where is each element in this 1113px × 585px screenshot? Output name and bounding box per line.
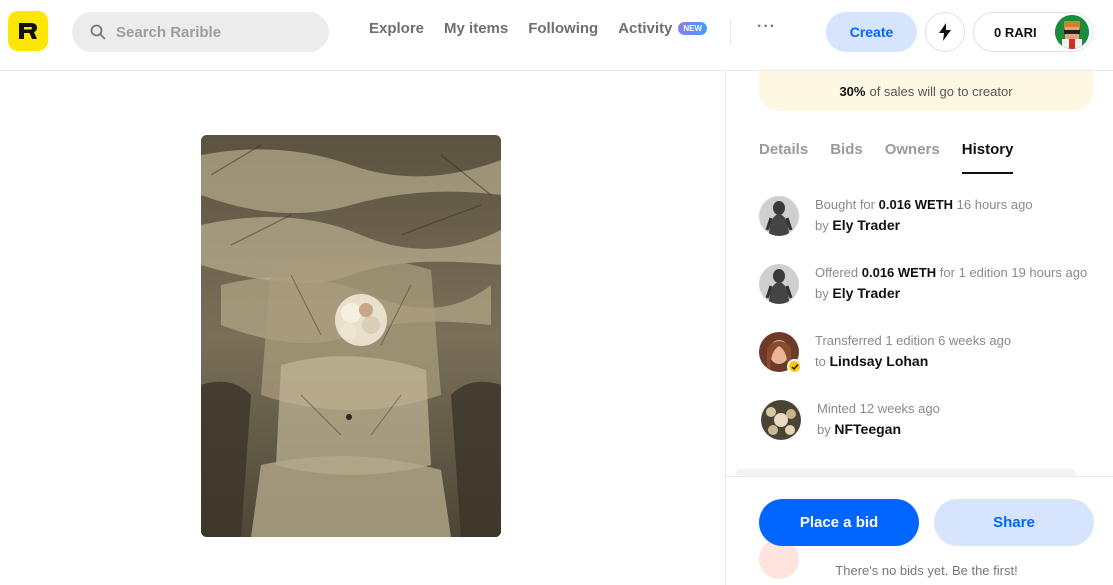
history-user-line: by Ely Trader	[815, 217, 900, 233]
nav-activity-label: Activity	[618, 20, 673, 37]
statue-avatar-image	[759, 196, 799, 236]
user-avatar[interactable]	[1055, 15, 1089, 49]
tab-bids[interactable]: Bids	[830, 141, 863, 174]
history-time: 16 hours ago	[956, 197, 1033, 212]
wallet-button[interactable]: 0 RARI	[973, 12, 1093, 52]
history-item: Bought for 0.016 WETH 16 hours ago by El…	[759, 195, 1099, 263]
history-text: Minted 12 weeks ago	[817, 401, 1097, 416]
history-amount: 0.016 WETH	[861, 265, 937, 280]
main-nav: Explore My items Following Activity NEW	[369, 20, 727, 37]
tab-owners[interactable]: Owners	[885, 141, 940, 174]
bid-action-bar: Place a bid Share There's no bids yet. B…	[726, 476, 1113, 585]
rarible-logo-icon	[19, 23, 37, 39]
nft-artwork-image[interactable]	[201, 135, 501, 537]
wallet-balance: 0 RARI	[994, 24, 1037, 40]
history-amount: 0.016 WETH	[878, 197, 954, 212]
history-action: Bought for	[815, 197, 875, 212]
artwork-illustration	[201, 135, 501, 537]
history-user-line: by NFTeegan	[817, 421, 901, 437]
bolt-button[interactable]	[925, 12, 965, 52]
search-bar[interactable]	[72, 12, 329, 52]
history-prep: by	[815, 286, 829, 301]
nav-divider	[730, 20, 731, 44]
history-action: Transferred 1 edition 6 weeks ago	[815, 333, 1012, 348]
history-user[interactable]: Lindsay Lohan	[829, 353, 928, 369]
top-header: Explore My items Following Activity NEW ·…	[0, 0, 1113, 71]
buyer-avatar[interactable]	[759, 196, 799, 236]
nav-my-items[interactable]: My items	[444, 20, 508, 37]
history-user[interactable]: NFTeegan	[834, 421, 901, 437]
minter-avatar[interactable]	[761, 400, 801, 440]
new-badge: NEW	[678, 21, 708, 35]
place-bid-button[interactable]: Place a bid	[759, 499, 919, 546]
history-text: Transferred 1 edition 6 weeks ago	[815, 333, 1095, 348]
no-bids-message: There's no bids yet. Be the first!	[835, 563, 1018, 578]
royalty-percent: 30%	[839, 83, 866, 99]
more-menu-icon[interactable]: ···	[757, 18, 776, 36]
history-prep: by	[817, 422, 831, 437]
history-text: Offered 0.016 WETH for 1 edition 19 hour…	[815, 265, 1095, 280]
user-avatar-image	[1055, 15, 1089, 49]
history-prep: by	[815, 218, 829, 233]
rarible-logo[interactable]	[8, 11, 48, 51]
history-user-line: to Lindsay Lohan	[815, 353, 928, 369]
nav-explore[interactable]: Explore	[369, 20, 424, 37]
lightning-icon	[939, 23, 951, 41]
offerer-avatar[interactable]	[759, 264, 799, 304]
create-button[interactable]: Create	[826, 12, 917, 52]
search-input[interactable]	[116, 23, 316, 41]
detail-tabs: Details Bids Owners History	[759, 141, 1035, 174]
item-details-panel: 30% of sales will go to creator Details …	[725, 71, 1113, 585]
nav-following[interactable]: Following	[528, 20, 598, 37]
history-action: Minted 12 weeks ago	[817, 401, 940, 416]
statue-avatar-image	[759, 264, 799, 304]
tab-details[interactable]: Details	[759, 141, 808, 174]
share-button[interactable]: Share	[934, 499, 1094, 546]
history-text: Bought for 0.016 WETH 16 hours ago	[815, 197, 1095, 212]
search-icon	[90, 24, 106, 40]
nav-activity[interactable]: Activity NEW	[618, 20, 708, 37]
history-user-line: by Ely Trader	[815, 285, 900, 301]
history-action: Offered	[815, 265, 859, 280]
history-prep: to	[815, 354, 826, 369]
history-time: for 1 edition 19 hours ago	[939, 265, 1088, 280]
history-user[interactable]: Ely Trader	[832, 285, 900, 301]
verified-badge-icon	[787, 359, 802, 374]
history-item: Transferred 1 edition 6 weeks ago to Lin…	[759, 331, 1099, 399]
history-item: Offered 0.016 WETH for 1 edition 19 hour…	[759, 263, 1099, 331]
royalty-notice: 30% of sales will go to creator	[759, 71, 1093, 111]
history-item: Minted 12 weeks ago by NFTeegan	[759, 399, 1099, 467]
history-list: Bought for 0.016 WETH 16 hours ago by El…	[759, 195, 1099, 467]
tab-history[interactable]: History	[961, 141, 1014, 174]
flower-avatar-image	[761, 400, 801, 440]
royalty-text: of sales will go to creator	[869, 83, 1013, 99]
history-user[interactable]: Ely Trader	[832, 217, 900, 233]
